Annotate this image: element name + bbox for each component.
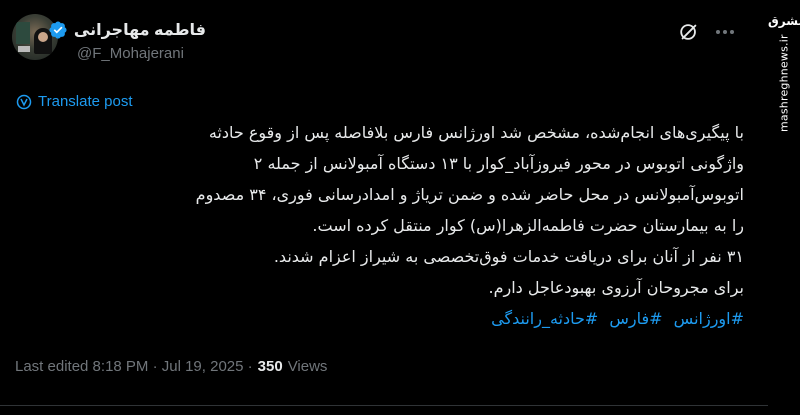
hashtags-line: #اورژانس #فارس #حادثه_رانندگی [250, 303, 744, 334]
tweet-text-line: واژگونی اتوبوس در محور فیروزآباد_کوار با… [253, 154, 744, 173]
translate-icon [16, 94, 32, 109]
author-handle[interactable]: @F_Mohajerani [77, 45, 184, 62]
edited-timestamp[interactable]: Last edited 8:18 PM · Jul 19, 2025 · [15, 358, 253, 375]
translate-post-link[interactable]: Translate post [16, 93, 133, 110]
more-button[interactable] [710, 20, 740, 44]
divider [0, 405, 768, 406]
translate-label: Translate post [38, 93, 133, 110]
tweet-text-line: برای مجروحان آرزوی بهبودعاجل دارم. [488, 278, 744, 297]
views-label: Views [287, 358, 328, 375]
watermark-logo: مشرق [768, 14, 800, 28]
tweet-text: با پیگیری‌های انجام‌شده، مشخص شد اورژانس… [195, 117, 744, 334]
watermark-url: mashreghnews.ir [777, 34, 791, 133]
watermark-strip: مشرق mashreghnews.ir [768, 0, 800, 415]
more-icon [716, 30, 734, 34]
grok-icon [680, 24, 697, 40]
tweet-text-line: اتوبوس‌آمبولانس در محل حاضر شده و ضمن تر… [195, 185, 744, 204]
hashtag-link[interactable]: #فارس [609, 309, 662, 328]
views-count: 350 [257, 358, 283, 375]
tweet: فاطمه مهاجرانی @F_Mohajerani Translate p… [0, 0, 768, 415]
author-name[interactable]: فاطمه مهاجرانی [74, 20, 206, 40]
grok-button[interactable] [677, 20, 701, 44]
tweet-text-line: ۳۱ نفر از آنان برای دریافت خدمات فوق‌تخص… [273, 247, 744, 266]
verified-badge-icon [49, 21, 67, 39]
tweet-meta: Last edited 8:18 PM · Jul 19, 2025 · 350… [15, 358, 327, 375]
tweet-text-line: با پیگیری‌های انجام‌شده، مشخص شد اورژانس… [208, 123, 744, 142]
author-name-row[interactable]: فاطمه مهاجرانی [48, 19, 206, 41]
hashtag-link[interactable]: #اورژانس [674, 309, 744, 328]
hashtag-link[interactable]: #حادثه_رانندگی [491, 309, 598, 328]
tweet-text-line: را به بیمارستان حضرت فاطمه‌الزهرا(س) کوا… [312, 216, 744, 235]
